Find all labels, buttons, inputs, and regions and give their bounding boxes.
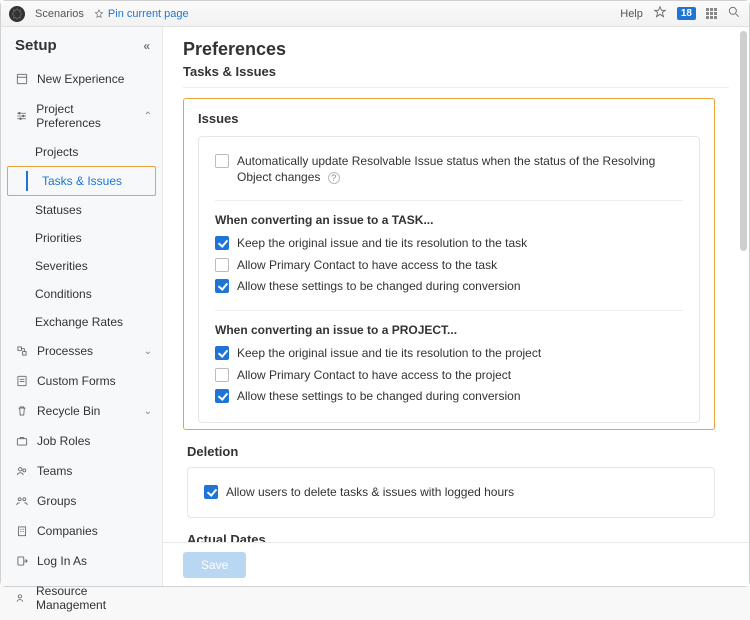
pin-label: Pin current page <box>108 8 189 20</box>
lion-logo-icon <box>9 6 25 22</box>
page-subtitle: Tasks & Issues <box>183 64 729 79</box>
building-icon <box>15 524 29 538</box>
main-scroll[interactable]: Issues Automatically update Resolvable I… <box>183 98 729 585</box>
label-allow-delete: Allow users to delete tasks & issues wit… <box>226 485 514 501</box>
notification-badge[interactable]: 18 <box>677 7 696 20</box>
teams-icon <box>15 464 29 478</box>
favorite-icon[interactable] <box>653 5 667 22</box>
page-title: Preferences <box>183 39 729 60</box>
sidebar-item-custom-forms[interactable]: Custom Forms <box>1 366 162 396</box>
checkbox-proj-keep[interactable] <box>215 346 229 360</box>
sidebar-label: Project Preferences <box>36 102 135 130</box>
sidebar-item-processes[interactable]: Processes ⌄ <box>1 336 162 366</box>
sidebar-label: Teams <box>37 464 72 478</box>
process-icon <box>15 344 29 358</box>
chevron-up-icon: ⌃ <box>144 111 152 122</box>
checkbox-task-keep[interactable] <box>215 236 229 250</box>
sidebar-label: Processes <box>37 344 93 358</box>
trash-icon <box>15 404 29 418</box>
convert-project-heading: When converting an issue to a PROJECT... <box>215 323 683 337</box>
sidebar-label: Job Roles <box>37 434 90 448</box>
form-icon <box>15 374 29 388</box>
briefcase-icon <box>15 434 29 448</box>
checkbox-auto-update[interactable] <box>215 154 229 168</box>
help-link[interactable]: Help <box>620 8 643 20</box>
sidebar-label: Log In As <box>37 554 87 568</box>
sidebar-item-companies[interactable]: Companies <box>1 516 162 546</box>
issues-section: Issues Automatically update Resolvable I… <box>183 98 715 430</box>
sidebar-label: New Experience <box>37 72 124 86</box>
main-content: Preferences Tasks & Issues Issues Automa… <box>163 27 749 586</box>
divider <box>215 200 683 201</box>
chevron-down-icon: ⌄ <box>144 406 152 417</box>
sidebar-label: Custom Forms <box>37 374 116 388</box>
divider <box>183 87 729 88</box>
sidebar-label: Resource Management <box>36 584 152 612</box>
label-auto-update: Automatically update Resolvable Issue st… <box>237 154 683 185</box>
issues-heading: Issues <box>198 111 700 126</box>
sliders-icon <box>15 109 28 123</box>
sidebar-label: Recycle Bin <box>37 404 100 418</box>
sidebar-sub-projects[interactable]: Projects <box>1 138 162 166</box>
sidebar-sub-severities[interactable]: Severities <box>1 252 162 280</box>
sidebar-item-new-experience[interactable]: New Experience <box>1 64 162 94</box>
search-icon[interactable] <box>727 5 741 22</box>
sidebar-sub-exchange-rates[interactable]: Exchange Rates <box>1 308 162 336</box>
sidebar-label: Groups <box>37 494 76 508</box>
apps-grid-icon[interactable] <box>706 8 717 19</box>
sidebar-item-resource-mgmt[interactable]: Resource Management <box>1 576 162 620</box>
deletion-panel: Allow users to delete tasks & issues wit… <box>187 467 715 519</box>
deletion-section: Deletion Allow users to delete tasks & i… <box>183 444 715 519</box>
sidebar-item-project-preferences[interactable]: Project Preferences ⌃ <box>1 94 162 138</box>
label-task-keep: Keep the original issue and tie its reso… <box>237 236 527 252</box>
pin-page-link[interactable]: Pin current page <box>94 8 189 20</box>
issues-panel: Automatically update Resolvable Issue st… <box>198 136 700 423</box>
collapse-sidebar-icon[interactable]: « <box>143 39 150 53</box>
label-task-primary: Allow Primary Contact to have access to … <box>237 258 497 274</box>
chevron-down-icon: ⌄ <box>144 346 152 357</box>
deletion-heading: Deletion <box>187 444 715 459</box>
sidebar-title: Setup <box>15 37 57 54</box>
help-icon[interactable]: ? <box>328 172 340 184</box>
groups-icon <box>15 494 29 508</box>
checkbox-allow-delete[interactable] <box>204 485 218 499</box>
text-auto-update: Automatically update Resolvable Issue st… <box>237 154 655 184</box>
scrollbar[interactable] <box>740 31 747 251</box>
label-proj-primary: Allow Primary Contact to have access to … <box>237 368 511 384</box>
label-proj-change: Allow these settings to be changed durin… <box>237 389 521 405</box>
sidebar-sub-statuses[interactable]: Statuses <box>1 196 162 224</box>
sidebar-item-log-in-as[interactable]: Log In As <box>1 546 162 576</box>
sidebar-item-recycle-bin[interactable]: Recycle Bin ⌄ <box>1 396 162 426</box>
sidebar-sub-priorities[interactable]: Priorities <box>1 224 162 252</box>
sidebar-item-job-roles[interactable]: Job Roles <box>1 426 162 456</box>
label-proj-keep: Keep the original issue and tie its reso… <box>237 346 541 362</box>
sidebar-sub-conditions[interactable]: Conditions <box>1 280 162 308</box>
save-button[interactable]: Save <box>183 552 246 578</box>
checkbox-proj-change[interactable] <box>215 389 229 403</box>
checkbox-task-primary[interactable] <box>215 258 229 272</box>
checkbox-task-change[interactable] <box>215 279 229 293</box>
layout-icon <box>15 72 29 86</box>
topbar: Scenarios Pin current page Help 18 <box>1 1 749 27</box>
resource-icon <box>15 591 28 605</box>
divider <box>215 310 683 311</box>
pin-icon <box>94 9 104 19</box>
sidebar-item-groups[interactable]: Groups <box>1 486 162 516</box>
label-task-change: Allow these settings to be changed durin… <box>237 279 521 295</box>
login-icon <box>15 554 29 568</box>
sidebar: Setup « New Experience Project Preferenc… <box>1 27 163 586</box>
scenarios-label[interactable]: Scenarios <box>35 8 84 20</box>
sidebar-item-teams[interactable]: Teams <box>1 456 162 486</box>
convert-task-heading: When converting an issue to a TASK... <box>215 213 683 227</box>
sidebar-label: Companies <box>37 524 98 538</box>
save-bar: Save <box>163 542 749 586</box>
checkbox-proj-primary[interactable] <box>215 368 229 382</box>
sidebar-sub-tasks-issues[interactable]: Tasks & Issues <box>8 167 155 195</box>
